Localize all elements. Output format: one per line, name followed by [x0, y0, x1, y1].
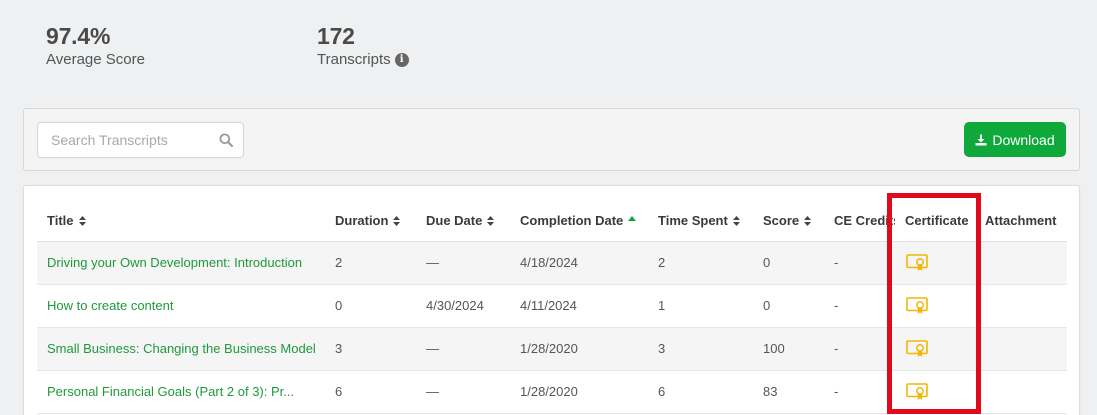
column-header-due-date[interactable]: Due Date	[416, 200, 510, 242]
time-spent-cell: 6	[648, 370, 753, 414]
due-date-cell: —	[416, 370, 510, 414]
transcripts-label-row: Transcripts i	[317, 50, 409, 70]
transcript-title-link[interactable]: How to create content	[37, 284, 325, 328]
transcripts-table-card: Title Duration Due Date Completion Date …	[23, 185, 1080, 415]
download-icon	[975, 134, 987, 145]
certificate-cell	[895, 327, 975, 371]
stats-bar: 97.4% Average Score 172 Transcripts i	[46, 22, 409, 70]
transcript-title-link[interactable]: Driving your Own Development: Introducti…	[37, 241, 325, 285]
transcripts-stat: 172 Transcripts i	[317, 22, 409, 70]
attachment-cell	[975, 284, 1067, 328]
duration-cell: 0	[325, 284, 416, 328]
table-row: How to create content 0 4/30/2024 4/11/2024…	[37, 284, 1067, 328]
score-cell: 83	[753, 370, 824, 414]
completion-date-cell: 4/18/2024	[510, 241, 648, 285]
due-date-cell: 4/30/2024	[416, 284, 510, 328]
attachment-cell	[975, 327, 1067, 371]
certificate-icon[interactable]	[906, 253, 928, 272]
score-cell: 0	[753, 284, 824, 328]
transcripts-table: Title Duration Due Date Completion Date …	[37, 200, 1067, 414]
completion-date-cell: 1/28/2020	[510, 327, 648, 371]
table-header-row: Title Duration Due Date Completion Date …	[37, 200, 1067, 242]
sort-ascending-icon	[628, 216, 637, 222]
score-cell: 0	[753, 241, 824, 285]
column-header-title[interactable]: Title	[37, 200, 325, 242]
time-spent-cell: 2	[648, 241, 753, 285]
due-date-cell: —	[416, 241, 510, 285]
column-header-time-spent[interactable]: Time Spent	[648, 200, 753, 242]
average-score-label: Average Score	[46, 51, 145, 68]
certificate-icon[interactable]	[906, 339, 928, 358]
sort-both-icon	[393, 216, 401, 227]
search-box	[37, 122, 244, 158]
certificate-icon[interactable]	[906, 382, 928, 401]
ce-credits-cell: -	[824, 327, 895, 371]
transcripts-count: 172	[317, 23, 355, 49]
time-spent-cell: 3	[648, 327, 753, 371]
table-row: Personal Financial Goals (Part 2 of 3): …	[37, 370, 1067, 414]
sort-both-icon	[78, 216, 86, 227]
search-icon[interactable]	[219, 133, 233, 147]
transcript-title-link[interactable]: Personal Financial Goals (Part 2 of 3): …	[37, 370, 325, 414]
info-circle-icon[interactable]: i	[394, 53, 409, 67]
average-score-stat: 97.4% Average Score	[46, 22, 317, 70]
certificate-cell	[895, 370, 975, 414]
column-header-completion-date[interactable]: Completion Date	[510, 200, 648, 242]
sort-both-icon	[732, 216, 740, 227]
duration-cell: 6	[325, 370, 416, 414]
ce-credits-cell: -	[824, 241, 895, 285]
transcripts-toolbar: Download	[23, 108, 1080, 171]
certificate-cell	[895, 241, 975, 285]
certificate-cell	[895, 284, 975, 328]
search-input[interactable]	[38, 123, 208, 157]
table-row: Small Business: Changing the Business Mo…	[37, 327, 1067, 371]
due-date-cell: —	[416, 327, 510, 371]
sort-both-icon	[487, 216, 495, 227]
duration-cell: 2	[325, 241, 416, 285]
column-header-ce-credits: CE Credits	[824, 200, 895, 242]
table-row: Driving your Own Development: Introducti…	[37, 241, 1067, 285]
average-score-value: 97.4%	[46, 23, 111, 49]
column-header-duration[interactable]: Duration	[325, 200, 416, 242]
transcripts-label: Transcripts	[317, 51, 391, 68]
certificate-icon[interactable]	[906, 296, 928, 315]
column-header-score[interactable]: Score	[753, 200, 824, 242]
time-spent-cell: 1	[648, 284, 753, 328]
ce-credits-cell: -	[824, 284, 895, 328]
download-button[interactable]: Download	[964, 122, 1066, 157]
download-label: Download	[992, 131, 1055, 148]
completion-date-cell: 1/28/2020	[510, 370, 648, 414]
transcript-title-link[interactable]: Small Business: Changing the Business Mo…	[37, 327, 325, 371]
column-header-certificate: Certificate	[895, 200, 975, 242]
ce-credits-cell: -	[824, 370, 895, 414]
duration-cell: 3	[325, 327, 416, 371]
attachment-cell	[975, 241, 1067, 285]
sort-both-icon	[804, 216, 812, 227]
score-cell: 100	[753, 327, 824, 371]
column-header-attachment: Attachment	[975, 200, 1067, 242]
attachment-cell	[975, 370, 1067, 414]
completion-date-cell: 4/11/2024	[510, 284, 648, 328]
